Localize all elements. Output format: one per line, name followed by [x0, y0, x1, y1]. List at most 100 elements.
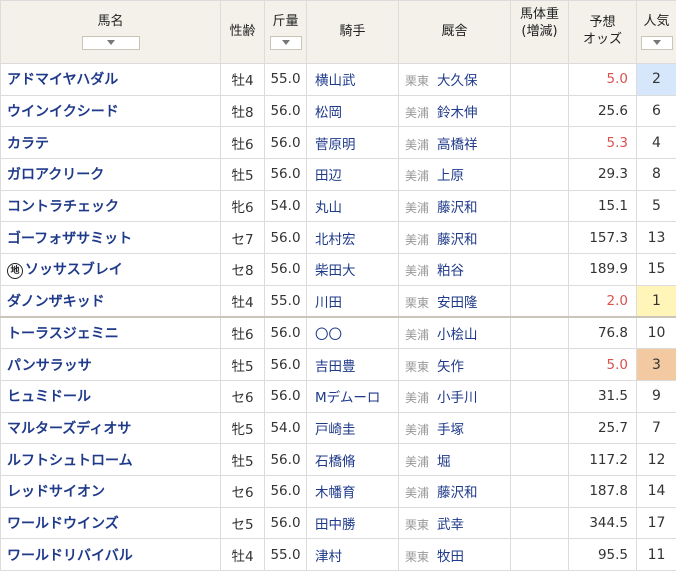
jockey-link[interactable]: 吉田豊	[315, 359, 356, 375]
weight-carried-cell: 56.0	[264, 316, 307, 350]
horse-name-link[interactable]: マルターズディオサ	[7, 421, 131, 437]
horse-name-link[interactable]: ワールドリバイバル	[7, 548, 133, 564]
jockey-cell: 〇〇	[306, 316, 399, 350]
jockey-link[interactable]: 津村	[315, 549, 342, 565]
popularity-cell: 11	[636, 538, 676, 571]
body-weight-cell	[510, 348, 569, 381]
sex-age-cell: 牡8	[220, 94, 265, 128]
jockey-link[interactable]: 田中勝	[315, 517, 356, 533]
popularity-cell: 14	[636, 474, 676, 508]
stable-cell: 美浦 小桧山	[398, 316, 511, 350]
trainer-link[interactable]: 粕谷	[437, 263, 464, 279]
jockey-link[interactable]: 木幡育	[315, 485, 356, 501]
horse-name-cell: ダノンザキッド	[0, 284, 221, 318]
trainer-link[interactable]: 藤沢和	[437, 200, 478, 216]
trainer-link[interactable]: 矢作	[437, 359, 464, 375]
sort-name-button[interactable]	[81, 36, 140, 51]
trainer-link[interactable]: 藤沢和	[437, 485, 478, 501]
popularity-cell: 4	[636, 126, 676, 160]
jockey-link[interactable]: 松岡	[315, 105, 342, 121]
horse-name-link[interactable]: ウインイクシード	[7, 104, 119, 120]
jockey-cell: Mデムーロ	[306, 379, 399, 413]
trainer-link[interactable]: 牧田	[437, 549, 464, 565]
table-row: ダノンザキッド 牡4 55.0 川田 栗東 安田隆 2.0 1	[0, 284, 676, 318]
horse-name-link[interactable]: トーラスジェミニ	[7, 326, 119, 342]
jockey-link[interactable]: 菅原明	[315, 137, 356, 153]
horse-name-link[interactable]: ワールドウインズ	[7, 516, 119, 532]
header-name: 馬名	[0, 0, 221, 64]
popularity-cell: 5	[636, 189, 676, 223]
trainer-link[interactable]: 堀	[437, 454, 451, 470]
table-body: アドマイヤハダル 牡4 55.0 横山武 栗東 大久保 5.0 2 ウインイクシード 牡8 56.0…	[0, 63, 676, 571]
jockey-link[interactable]: 柴田大	[315, 263, 356, 279]
stable-area: 栗東	[405, 295, 430, 310]
horse-name-link[interactable]: レッドサイオン	[7, 484, 105, 500]
horse-name-cell: コントラチェック	[0, 189, 221, 223]
sex-age-cell: 牝6	[220, 189, 265, 223]
jockey-cell: 津村	[306, 538, 399, 571]
stable-cell: 美浦 上原	[398, 158, 511, 191]
horse-name-link[interactable]: アドマイヤハダル	[7, 72, 118, 88]
table-header-row: 馬名 性齢 斤量 騎手 厩舎 馬体重 (増減) 予想 オッズ 人気	[0, 0, 676, 64]
popularity-cell: 12	[636, 443, 676, 476]
sex-age-cell: セ6	[220, 474, 265, 508]
horse-name-cell: レッドサイオン	[0, 474, 221, 508]
horse-name-cell: カラテ	[0, 126, 221, 160]
jockey-link[interactable]: 田辺	[315, 168, 342, 184]
header-sex-age: 性齢	[220, 0, 265, 64]
odds-cell: 187.8	[568, 474, 637, 508]
trainer-link[interactable]: 武幸	[437, 517, 464, 533]
jockey-link[interactable]: 石橋脩	[315, 454, 356, 470]
trainer-link[interactable]: 藤沢和	[437, 232, 478, 248]
table-row: ゴーフォザサミット セ7 56.0 北村宏 美浦 藤沢和 157.3 13	[0, 221, 676, 255]
jockey-link[interactable]: 〇〇	[315, 327, 342, 343]
jockey-link[interactable]: 戸崎圭	[315, 422, 356, 438]
odds-cell: 25.7	[568, 411, 637, 445]
header-body-weight-sub: (増減)	[521, 23, 558, 39]
trainer-link[interactable]: 安田隆	[437, 295, 478, 311]
horse-name-link[interactable]: ヒュミドール	[7, 389, 91, 405]
stable-area: 美浦	[405, 422, 430, 437]
trainer-link[interactable]: 手塚	[437, 422, 464, 438]
horse-name-link[interactable]: ゴーフォザサミット	[7, 231, 132, 247]
stable-area: 美浦	[405, 169, 430, 184]
popularity-cell: 15	[636, 253, 676, 286]
horse-name-link[interactable]: ダノンザキッド	[7, 294, 105, 310]
trainer-link[interactable]: 上原	[437, 168, 464, 184]
table-row: ヒュミドール セ6 56.0 Mデムーロ 美浦 小手川 31.5 9	[0, 379, 676, 413]
horse-name-link[interactable]: パンサラッサ	[7, 358, 92, 374]
weight-carried-cell: 56.0	[264, 221, 307, 255]
sort-popularity-button[interactable]	[640, 36, 673, 51]
header-body-weight-label: 馬体重	[519, 7, 559, 22]
odds-cell: 5.0	[568, 348, 637, 381]
sex-age-cell: 牡5	[220, 443, 265, 476]
stable-cell: 栗東 安田隆	[398, 284, 511, 318]
horse-name-link[interactable]: ガロアクリーク	[7, 167, 104, 183]
jockey-link[interactable]: Mデムーロ	[315, 390, 380, 406]
popularity-cell: 17	[636, 506, 676, 540]
horse-name-link[interactable]: コントラチェック	[7, 199, 119, 215]
table-row: パンサラッサ 牡5 56.0 吉田豊 栗東 矢作 5.0 3	[0, 348, 676, 381]
jockey-link[interactable]: 川田	[315, 295, 342, 311]
jockey-link[interactable]: 横山武	[315, 73, 356, 89]
horse-name-link[interactable]: ソッサスブレイ	[25, 262, 123, 278]
sort-weight-carried-button[interactable]	[269, 36, 302, 51]
odds-cell: 344.5	[568, 506, 637, 540]
trainer-link[interactable]: 小手川	[437, 390, 478, 406]
stable-area: 美浦	[405, 264, 430, 279]
trainer-link[interactable]: 高橋祥	[437, 137, 478, 153]
horse-name-link[interactable]: ルフトシュトローム	[7, 453, 133, 469]
jockey-link[interactable]: 丸山	[315, 200, 342, 216]
local-horse-badge: 地	[7, 263, 23, 280]
trainer-link[interactable]: 大久保	[437, 73, 478, 89]
trainer-link[interactable]: 小桧山	[437, 327, 478, 343]
horse-name-link[interactable]: カラテ	[7, 136, 49, 152]
header-odds-label: 予想	[589, 15, 616, 31]
trainer-link[interactable]: 鈴木伸	[437, 105, 478, 121]
jockey-link[interactable]: 北村宏	[315, 232, 356, 248]
body-weight-cell	[510, 379, 569, 413]
table-row: ルフトシュトローム 牡5 56.0 石橋脩 美浦堀 117.2 12	[0, 443, 676, 476]
sex-age-cell: 牡4	[220, 63, 265, 96]
odds-cell: 95.5	[568, 538, 637, 571]
stable-area: 美浦	[405, 137, 430, 152]
